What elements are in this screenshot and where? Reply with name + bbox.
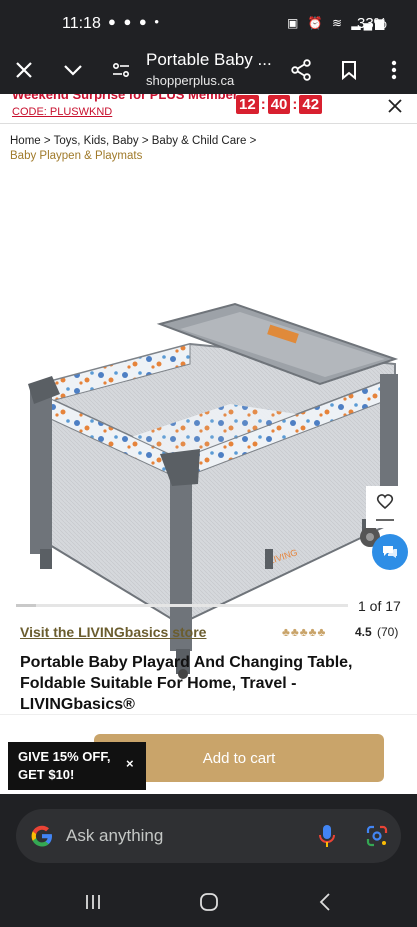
more-menu-button[interactable] xyxy=(376,52,412,88)
timer-seconds: 42 xyxy=(299,95,323,114)
rating-value: 4.5 xyxy=(355,625,372,639)
rating-stars: ♣♣♣♣♣ xyxy=(282,625,327,639)
review-count[interactable]: (70) xyxy=(377,625,398,639)
web-page: Weekend Surprise for PLUS Member CODE: P… xyxy=(0,94,417,794)
product-image[interactable]: LIVING xyxy=(0,194,417,689)
close-icon xyxy=(16,62,32,78)
close-icon xyxy=(388,99,402,113)
product-title: Portable Baby Playard And Changing Table… xyxy=(20,654,353,713)
heart-icon xyxy=(376,494,394,521)
search-placeholder: Ask anything xyxy=(66,826,164,845)
gallery-progress xyxy=(16,604,348,607)
wishlist-button[interactable] xyxy=(366,486,404,528)
chat-icon xyxy=(383,546,397,558)
chevron-down-icon xyxy=(64,65,82,76)
status-time: 11:18 xyxy=(62,15,101,32)
promo-banner: Weekend Surprise for PLUS Member CODE: P… xyxy=(0,94,417,124)
more-vert-icon xyxy=(391,60,397,80)
countdown-timer: 12 : 40 : 42 xyxy=(236,95,323,114)
timer-hours: 12 xyxy=(236,95,259,114)
back-icon xyxy=(319,893,330,911)
discount-text: GIVE 15% OFF, GET $10! xyxy=(18,749,111,782)
page-settings-button[interactable] xyxy=(103,52,139,88)
breadcrumb-home[interactable]: Home xyxy=(10,135,41,147)
browser-toolbar: Portable Baby ... shopperplus.ca xyxy=(0,46,417,94)
google-search-bar[interactable]: Ask anything xyxy=(16,809,401,863)
discount-close-button[interactable]: × xyxy=(126,756,134,771)
share-button[interactable] xyxy=(283,52,319,88)
status-bar: 11:18 ● ● ● • ▣ ⏰ ≋ ▂▄▆ 33% xyxy=(0,0,417,46)
bookmark-button[interactable] xyxy=(331,52,367,88)
timer-minutes: 40 xyxy=(267,95,291,114)
system-nav-bar xyxy=(0,876,417,927)
recent-apps-button[interactable] xyxy=(78,890,108,914)
home-button[interactable] xyxy=(194,890,224,914)
google-icon xyxy=(31,825,52,847)
breadcrumb: Home > Toys, Kids, Baby > Baby & Child C… xyxy=(10,135,257,162)
home-icon xyxy=(200,893,218,911)
lens-icon[interactable] xyxy=(366,825,388,847)
breadcrumb-current[interactable]: Baby Playpen & Playmats xyxy=(10,150,142,162)
store-link[interactable]: Visit the LIVINGbasics store xyxy=(20,624,206,640)
back-button[interactable] xyxy=(310,890,340,914)
gallery-progress-fill xyxy=(16,604,36,607)
image-counter: 1 of 17 xyxy=(358,598,401,614)
close-tab-button[interactable] xyxy=(6,52,42,88)
discount-popup[interactable]: GIVE 15% OFF, GET $10! × xyxy=(8,742,146,790)
recent-apps-icon xyxy=(86,895,100,909)
collapse-button[interactable] xyxy=(55,52,91,88)
promo-text: Weekend Surprise for PLUS Member xyxy=(12,94,238,102)
notification-icons: ● ● ● • xyxy=(108,14,161,29)
battery-level: 33% xyxy=(357,15,388,32)
share-icon xyxy=(291,59,311,81)
mic-icon[interactable] xyxy=(318,824,336,848)
page-title: Portable Baby ... xyxy=(146,50,272,69)
breadcrumb-toys-kids-baby[interactable]: Toys, Kids, Baby xyxy=(54,135,139,147)
breadcrumb-baby-child-care[interactable]: Baby & Child Care xyxy=(152,135,247,147)
page-url[interactable]: shopperplus.ca xyxy=(146,73,234,88)
bookmark-icon xyxy=(342,61,356,80)
google-search-area: Ask anything xyxy=(0,794,417,876)
phone-screen: 11:18 ● ● ● • ▣ ⏰ ≋ ▂▄▆ 33% Portable Bab… xyxy=(0,0,417,927)
promo-code[interactable]: CODE: PLUSWKND xyxy=(12,106,112,118)
promo-close-button[interactable] xyxy=(388,96,402,119)
chat-button[interactable] xyxy=(372,534,408,570)
tune-icon xyxy=(112,62,130,78)
